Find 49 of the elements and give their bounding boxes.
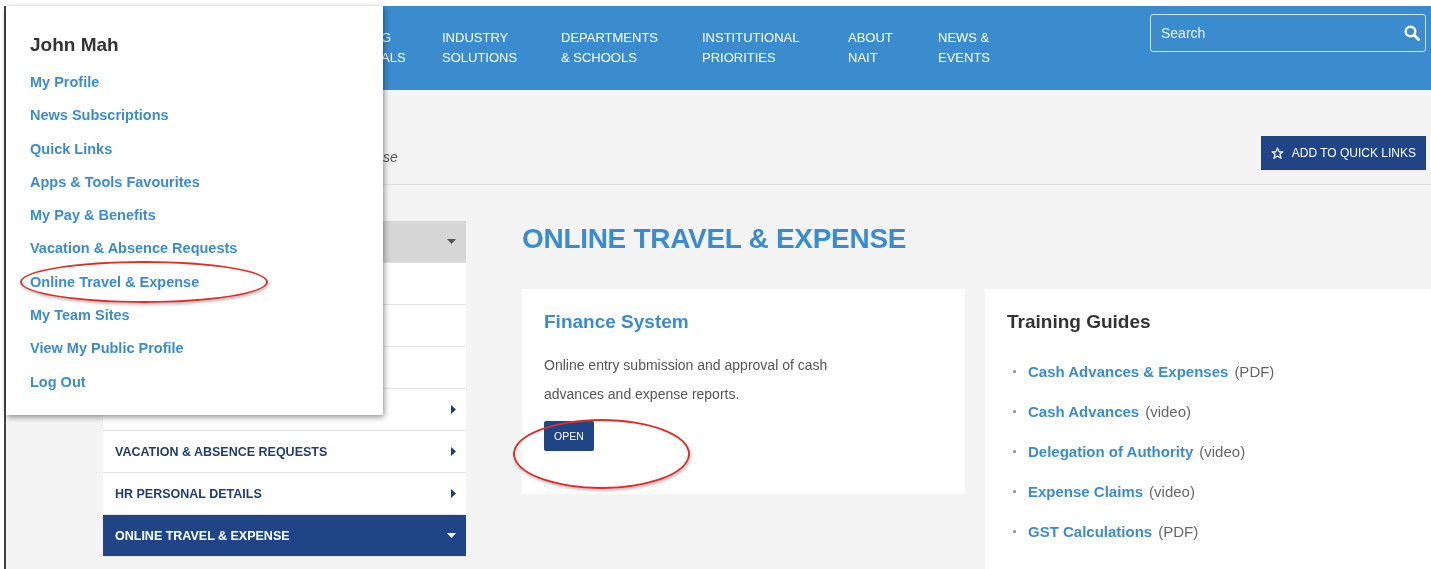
menu-link[interactable]: View My Public Profile [30, 340, 184, 357]
caret-right-icon [451, 489, 456, 498]
bullet-icon [1013, 489, 1016, 493]
sidebar-item[interactable]: ONLINE TRAVEL & EXPENSE [103, 515, 466, 557]
guide-link[interactable]: GST Calculations [1028, 522, 1153, 540]
menu-link[interactable]: Log Out [30, 373, 86, 390]
guide-link[interactable]: Delegation of Authority [1028, 442, 1194, 460]
star-icon [1270, 146, 1284, 160]
format-note: (PDF) [1234, 362, 1275, 380]
card-title: Finance System [544, 311, 690, 333]
breadcrumb-link[interactable]: se [383, 149, 398, 165]
guide-link[interactable]: Cash Advances & Expenses [1028, 362, 1229, 380]
caret-down-icon [447, 239, 456, 244]
caret-right-icon [451, 405, 456, 414]
bullet-icon [1013, 529, 1016, 533]
open-button[interactable]: OPEN [544, 421, 594, 451]
menu-link[interactable]: My Pay & Benefits [30, 207, 156, 224]
format-note: (video) [1149, 482, 1195, 500]
caret-down-icon [447, 533, 456, 538]
format-note: (video) [1145, 402, 1192, 420]
menu-link[interactable]: Vacation & Absence Requests [30, 240, 238, 257]
bullet-icon [1013, 369, 1016, 373]
bullet-icon [1013, 449, 1016, 453]
nav-link[interactable]: INDUSTRY SOLUTIONS [442, 28, 561, 68]
menu-link[interactable]: Apps & Tools Favourites [30, 173, 200, 190]
menu-link[interactable]: News Subscriptions [30, 107, 169, 124]
format-note: (video) [1199, 442, 1246, 460]
card-description: Online entry submission and approval of cash advances and expense reports. [544, 356, 829, 404]
caret-right-icon [451, 447, 456, 456]
sidebar-item[interactable]: HR PERSONAL DETAILS [103, 473, 466, 515]
guide-link[interactable]: Expense Claims [1028, 482, 1144, 500]
bullet-icon [1013, 409, 1016, 413]
menu-link[interactable]: My Team Sites [30, 307, 130, 324]
search-field[interactable]: Search [1150, 14, 1426, 52]
nav-link[interactable]: INSTITUTIONAL PRIORITIES [702, 28, 848, 68]
nav-link[interactable]: DEPARTMENTS & SCHOOLS [561, 28, 702, 68]
user-name: John Mah [30, 34, 120, 56]
add-to-quick-links-button[interactable]: ADD TO QUICK LINKS [1260, 136, 1426, 170]
nav-link[interactable]: NEWS & EVENTS [938, 28, 1058, 68]
page-title: ONLINE TRAVEL & EXPENSE [522, 223, 908, 255]
guide-link[interactable]: Cash Advances [1028, 402, 1140, 420]
card-title: Training Guides [1007, 311, 1152, 333]
sidebar-item[interactable]: VACATION & ABSENCE REQUESTS [103, 431, 466, 473]
format-note: (PDF) [1158, 522, 1199, 540]
menu-link[interactable]: Quick Links [30, 140, 113, 157]
menu-link[interactable]: My Profile [30, 74, 100, 90]
search-icon [1404, 25, 1420, 41]
menu-link[interactable]: Online Travel & Expense [30, 273, 200, 290]
nav-link[interactable]: ABOUT NAIT [848, 28, 938, 68]
